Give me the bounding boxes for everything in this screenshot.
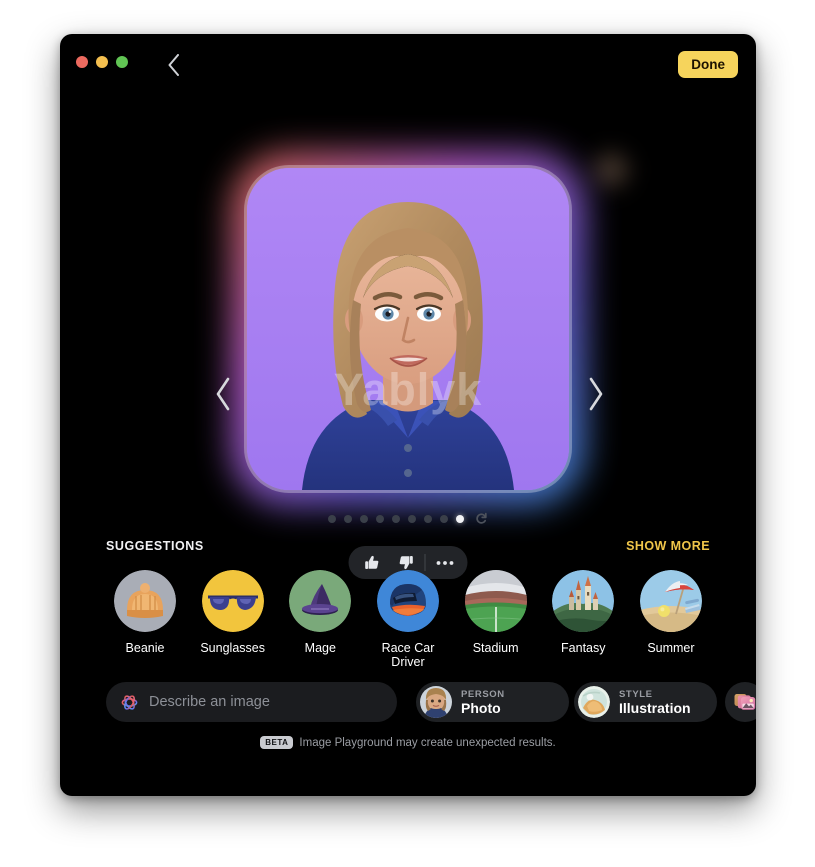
style-chip-key: STYLE [619, 688, 653, 700]
style-chip-text: STYLE Illustration [619, 689, 691, 716]
pagination-dots[interactable] [328, 512, 488, 525]
beach-umbrella-icon [639, 570, 702, 632]
person-chip[interactable]: PERSON Photo [416, 682, 569, 722]
photo-library-button[interactable] [725, 682, 756, 722]
suggestion-label: Summer [647, 641, 695, 655]
sunglasses-icon [201, 570, 264, 632]
suggestion-sunglasses[interactable]: Sunglasses [194, 570, 272, 669]
zoom-window-button[interactable] [116, 56, 128, 68]
person-chip-key: PERSON [461, 688, 505, 700]
suggestion-label: Mage [304, 641, 336, 655]
mage-bubble [289, 570, 352, 632]
page-dot[interactable] [392, 514, 400, 523]
page-dot[interactable] [376, 514, 384, 523]
page-dot[interactable] [424, 514, 432, 523]
divider [424, 554, 426, 571]
style-chip[interactable]: STYLE Illustration [574, 682, 717, 722]
image-stage: Yablyk [60, 94, 756, 579]
ellipsis-icon [436, 560, 453, 565]
describe-input[interactable]: Describe an image [106, 682, 397, 722]
person-avatar [420, 686, 452, 718]
portrait-illustration [247, 168, 569, 490]
suggestion-beanie[interactable]: Beanie [106, 570, 184, 669]
suggestion-label: Beanie [125, 641, 165, 655]
title-bar: Done [60, 34, 756, 94]
stadium-icon [464, 570, 527, 632]
page-dot[interactable] [440, 514, 448, 523]
generated-image-card[interactable]: Yablyk [231, 152, 585, 506]
page-dot[interactable] [344, 514, 352, 523]
beta-badge: BETA [260, 736, 294, 749]
done-button[interactable]: Done [678, 51, 738, 78]
page-dot[interactable] [328, 514, 336, 523]
page-dot[interactable] [360, 514, 368, 523]
fantasy-castle-icon [552, 570, 615, 632]
beanie-bubble [114, 570, 176, 632]
close-window-button[interactable] [76, 56, 88, 68]
beach-umbrella-bubble [639, 570, 702, 632]
chevron-left-icon [168, 54, 179, 76]
beta-footer-text: Image Playground may create unexpected r… [299, 736, 556, 749]
beta-footer: BETA Image Playground may create unexpec… [60, 736, 756, 749]
show-more-button[interactable]: SHOW MORE [626, 539, 710, 553]
next-image-button[interactable] [579, 366, 613, 422]
racing-helmet-bubble [376, 570, 439, 632]
generated-portrait[interactable]: Yablyk [247, 168, 569, 490]
back-button[interactable] [156, 48, 190, 82]
page-dot[interactable] [408, 514, 416, 523]
suggestion-stadium[interactable]: Stadium [457, 570, 535, 669]
person-chip-value: Photo [461, 699, 501, 716]
previous-image-button[interactable] [206, 366, 240, 422]
suggestions-row: Beanie Sunglasses Mage Race Car Driver S… [106, 570, 710, 669]
suggestion-race-car-driver[interactable]: Race Car Driver [369, 570, 447, 669]
suggestion-summer[interactable]: Summer [632, 570, 710, 669]
sunglasses-bubble [201, 570, 264, 632]
regenerate-button[interactable] [475, 512, 488, 525]
refresh-icon [476, 512, 487, 524]
suggestion-mage[interactable]: Mage [281, 570, 359, 669]
suggestion-label: Sunglasses [200, 641, 265, 655]
page-dot-active[interactable] [456, 514, 464, 523]
fantasy-castle-bubble [552, 570, 615, 632]
suggestion-fantasy[interactable]: Fantasy [544, 570, 622, 669]
racing-helmet-icon [376, 570, 439, 632]
minimize-window-button[interactable] [96, 56, 108, 68]
chevron-left-icon [216, 377, 230, 411]
stadium-bubble [464, 570, 527, 632]
style-thumbnail [578, 686, 610, 718]
suggestion-label: Fantasy [561, 641, 606, 655]
describe-placeholder: Describe an image [149, 694, 270, 710]
thumbs-up-icon [364, 555, 378, 569]
thumbs-down-icon [399, 556, 413, 570]
apple-intelligence-icon [121, 694, 138, 710]
style-chip-value: Illustration [619, 699, 691, 716]
mage-hat-icon [289, 570, 352, 632]
chevron-right-icon [589, 377, 603, 411]
traffic-lights [76, 56, 128, 68]
avatar [420, 686, 452, 718]
suggestions-header: SUGGESTIONS SHOW MORE [106, 539, 710, 553]
image-playground-window: Done Yablyk SUGGESTIONS SHOW MORE Beanie… [60, 34, 756, 796]
illustration-style-icon [578, 686, 610, 718]
person-chip-text: PERSON Photo [461, 689, 505, 716]
suggestions-title: SUGGESTIONS [106, 539, 204, 553]
beanie-icon [114, 570, 176, 632]
suggestion-label: Race Car Driver [381, 641, 435, 669]
suggestion-label: Stadium [472, 641, 519, 655]
photo-library-icon [734, 694, 756, 710]
adjacent-image-glow [583, 142, 639, 198]
